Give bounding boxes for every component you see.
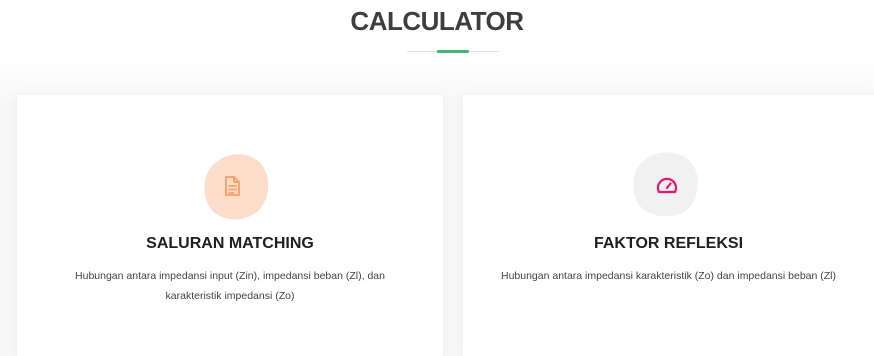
section-title: CALCULATOR — [350, 6, 524, 36]
calculator-card-faktor-refleksi[interactable]: FAKTOR REFLEKSI Hubungan antara impedans… — [463, 95, 874, 356]
card-title: FAKTOR REFLEKSI — [593, 235, 744, 252]
speedometer-icon — [656, 177, 678, 194]
document-icon — [225, 176, 240, 196]
card-description: Hubungan antara impedansi input (Zin), i… — [75, 270, 385, 302]
title-divider-accent — [437, 50, 469, 53]
calculator-card-saluran-matching[interactable]: SALURAN MATCHING Hubungan antara impedan… — [17, 95, 443, 356]
card-title: SALURAN MATCHING — [146, 235, 314, 252]
card-description: Hubungan antara impedansi karakteristik … — [500, 270, 836, 282]
